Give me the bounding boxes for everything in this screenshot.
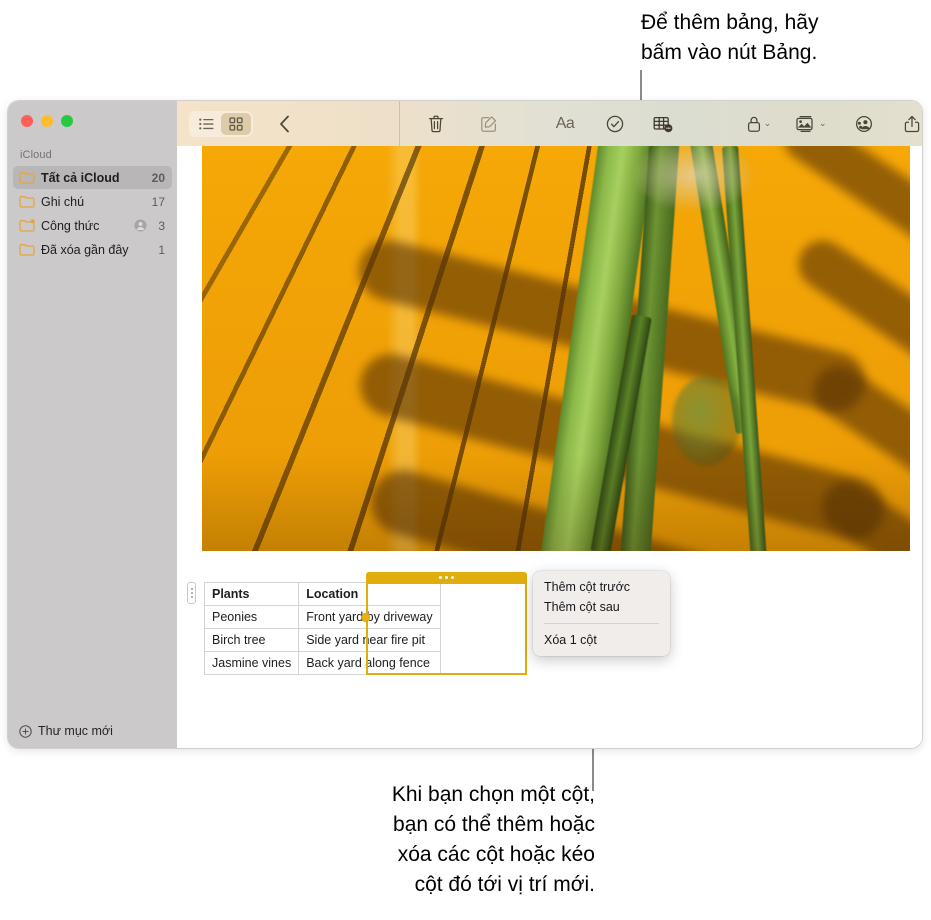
menu-item-add-column-after[interactable]: Thêm cột sau xyxy=(533,597,670,617)
new-folder-label: Thư mục mới xyxy=(38,724,113,738)
menu-separator xyxy=(544,623,659,624)
plus-circle-icon xyxy=(19,724,32,738)
zoom-button[interactable] xyxy=(61,115,73,127)
table-cell[interactable]: Jasmine vines xyxy=(203,651,300,675)
content-pane: Aa ⌄ ⌄ Plants Location Peonies Front yar… xyxy=(177,101,922,748)
compose-icon[interactable] xyxy=(476,111,502,137)
table-cell[interactable]: Side yard near fire pit xyxy=(298,628,441,652)
sidebar-section-title: iCloud xyxy=(20,149,52,161)
column-resize-dot[interactable] xyxy=(361,613,370,622)
sidebar-item-recently-deleted[interactable]: Đã xóa gần đây 1 xyxy=(13,238,172,261)
table-row: Birch tree Side yard near fire pit xyxy=(203,628,441,652)
table-row: Peonies Front yard by driveway xyxy=(203,605,441,629)
table-cell[interactable]: Peonies xyxy=(203,605,300,629)
sidebar: iCloud Tất cả iCloud 20 Ghi chú 17 Công … xyxy=(8,101,177,748)
photo-vignette-layer xyxy=(202,146,910,551)
minimize-button[interactable] xyxy=(41,115,53,127)
sidebar-item-count: 3 xyxy=(158,218,165,233)
table-header-cell[interactable]: Location xyxy=(298,582,441,606)
checklist-icon[interactable] xyxy=(602,111,628,137)
table-icon[interactable] xyxy=(650,111,676,137)
sidebar-item-label: Ghi chú xyxy=(41,194,85,209)
folder-shared-icon xyxy=(19,219,36,232)
table-row: Jasmine vines Back yard along fence xyxy=(203,651,441,675)
grid-view-icon[interactable] xyxy=(221,112,251,135)
table-cell[interactable]: Birch tree xyxy=(203,628,300,652)
lock-icon[interactable]: ⌄ xyxy=(746,111,772,137)
toolbar-divider xyxy=(399,101,400,146)
table-drag-handle[interactable] xyxy=(187,582,196,604)
format-aa-icon[interactable]: Aa xyxy=(552,111,578,137)
table-cell[interactable]: Back yard along fence xyxy=(298,651,441,675)
close-button[interactable] xyxy=(21,115,33,127)
sidebar-item-all-icloud[interactable]: Tất cả iCloud 20 xyxy=(13,166,172,189)
chevron-down-icon[interactable]: ⌄ xyxy=(819,118,827,129)
sidebar-item-notes[interactable]: Ghi chú 17 xyxy=(13,190,172,213)
note-body: Plants Location Peonies Front yard by dr… xyxy=(177,146,922,748)
new-folder-button[interactable]: Thư mục mới xyxy=(8,714,177,748)
notes-app-window: iCloud Tất cả iCloud 20 Ghi chú 17 Công … xyxy=(8,101,922,748)
table-header-row: Plants Location xyxy=(203,582,441,606)
folder-icon xyxy=(19,171,36,184)
table-header-cell[interactable]: Plants xyxy=(203,582,300,606)
folder-icon xyxy=(19,195,36,208)
folder-icon xyxy=(19,243,36,256)
sidebar-item-label: Đã xóa gần đây xyxy=(41,242,129,257)
chevron-down-icon[interactable]: ⌄ xyxy=(764,118,772,129)
sidebar-item-count: 17 xyxy=(151,194,165,209)
table-grid[interactable]: Plants Location Peonies Front yard by dr… xyxy=(203,582,441,675)
menu-item-add-column-before[interactable]: Thêm cột trước xyxy=(533,577,670,597)
menu-item-delete-column[interactable]: Xóa 1 cột xyxy=(533,630,670,650)
sidebar-item-count: 20 xyxy=(151,170,165,185)
callout-bottom-text: Khi bạn chọn một cột, bạn có thể thêm ho… xyxy=(391,783,595,896)
trash-icon[interactable] xyxy=(423,111,449,137)
back-chevron-icon[interactable] xyxy=(271,111,297,137)
window-controls[interactable] xyxy=(8,108,177,138)
view-mode-segmented-control[interactable] xyxy=(189,110,253,137)
shared-person-icon xyxy=(134,219,147,232)
share-icon[interactable] xyxy=(899,111,922,137)
column-context-menu[interactable]: Thêm cột trước Thêm cột sau Xóa 1 cột xyxy=(533,571,670,656)
sidebar-item-label: Công thức xyxy=(41,218,100,233)
sidebar-item-recipes[interactable]: Công thức 3 xyxy=(13,214,172,237)
note-photo[interactable] xyxy=(202,146,910,551)
sidebar-item-count: 1 xyxy=(158,242,165,257)
callout-top-text: Để thêm bảng, hãy bấm vào nút Bảng. xyxy=(641,11,819,64)
media-icon[interactable]: ⌄ xyxy=(794,111,827,137)
collaborate-icon[interactable] xyxy=(851,111,877,137)
list-view-icon[interactable] xyxy=(191,113,221,135)
sidebar-item-label: Tất cả iCloud xyxy=(41,170,120,185)
toolbar: Aa ⌄ ⌄ xyxy=(177,101,922,146)
